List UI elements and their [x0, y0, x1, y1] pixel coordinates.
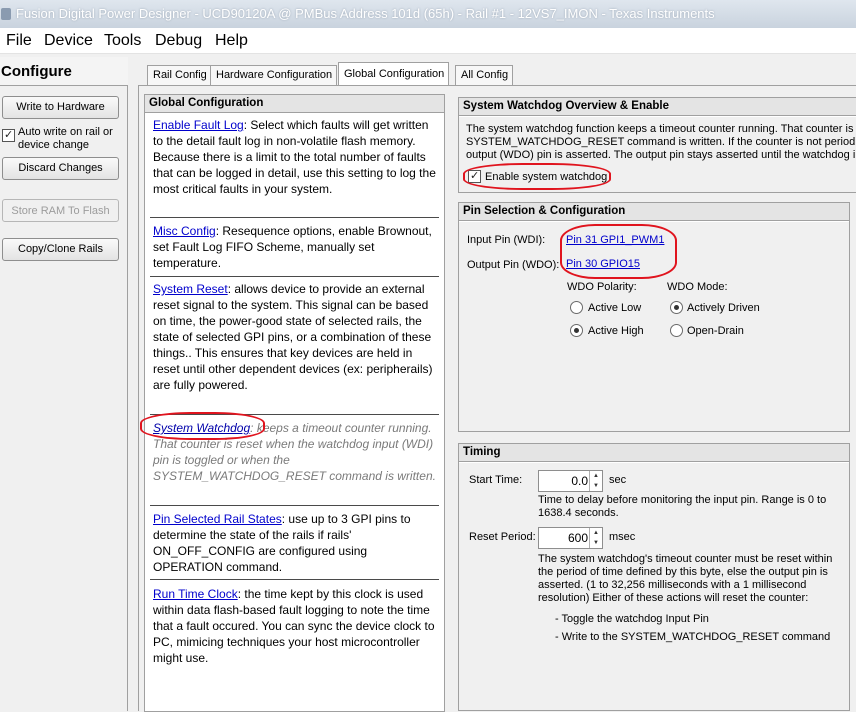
watchdog-description-line: The system watchdog function keeps a tim…	[466, 123, 856, 135]
divider	[150, 505, 439, 506]
tab-all-config[interactable]: All Config	[455, 65, 514, 85]
tab-global-configuration[interactable]: Global Configuration	[338, 62, 450, 86]
reset-period-description: The system watchdog's timeout counter mu…	[538, 553, 833, 565]
enable-watchdog-checkbox[interactable]	[468, 169, 481, 183]
polarity-active-high-label[interactable]: Active High	[588, 325, 644, 338]
menu-bar: File Device Tools Debug Help	[0, 28, 856, 54]
discard-changes-button[interactable]: Discard Changes	[2, 157, 119, 180]
reset-period-label: Reset Period:	[469, 531, 536, 543]
reset-period-description: asserted. (1 to 32,256 milliseconds with…	[538, 579, 807, 591]
help-header: Global Configuration	[145, 95, 444, 113]
run-time-clock-link[interactable]: Run Time Clock	[153, 587, 238, 601]
reset-action-item: - Toggle the watchdog Input Pin	[555, 613, 709, 625]
reset-period-unit: msec	[609, 531, 636, 543]
global-configuration-help: Global Configuration Enable Fault Log: S…	[144, 94, 445, 712]
pin-selected-rail-states-link[interactable]: Pin Selected Rail States	[153, 512, 282, 526]
reset-period-description: the period of time defined by this byte,…	[538, 566, 828, 578]
reset-period-description: resolution) Either of these actions will…	[538, 592, 809, 604]
output-pin-link[interactable]: Pin 30 GPIO15	[566, 258, 640, 270]
polarity-active-low-label[interactable]: Active Low	[588, 302, 641, 315]
auto-write-checkbox[interactable]	[2, 128, 15, 142]
watchdog-overview-group: System Watchdog Overview & Enable The sy…	[458, 97, 856, 193]
wdo-mode-label: WDO Mode:	[667, 281, 728, 293]
output-pin-label: Output Pin (WDO):	[467, 259, 560, 271]
reset-action-item: - Write to the SYSTEM_WATCHDOG_RESET com…	[555, 631, 831, 643]
tab-rail-config[interactable]: Rail Config	[147, 65, 212, 85]
polarity-active-high-radio[interactable]	[570, 324, 583, 337]
divider	[150, 217, 439, 218]
store-ram-to-flash-button[interactable]: Store RAM To Flash	[2, 199, 119, 222]
spin-down-icon[interactable]: ▼	[590, 481, 602, 491]
timing-header: Timing	[459, 444, 849, 462]
menu-help[interactable]: Help	[215, 32, 248, 50]
menu-debug[interactable]: Debug	[155, 32, 202, 50]
write-to-hardware-button[interactable]: Write to Hardware	[2, 96, 119, 119]
spin-down-icon[interactable]: ▼	[590, 538, 602, 548]
reset-period-value[interactable]: 600	[568, 531, 588, 545]
help-item-system-watchdog: System Watchdog: keeps a timeout counter…	[153, 421, 436, 483]
auto-write-option: Auto write on rail or device change	[2, 126, 124, 154]
input-pin-link[interactable]: Pin 31 GPI1_PWM1	[566, 234, 664, 246]
mode-actively-driven-radio[interactable]	[670, 301, 683, 314]
timing-group: Timing Start Time: 0.0 ▲ ▼ sec Time to d…	[458, 443, 850, 711]
window-title: Fusion Digital Power Designer - UCD90120…	[16, 6, 715, 21]
window-titlebar: Fusion Digital Power Designer - UCD90120…	[0, 0, 856, 28]
mode-open-drain-label[interactable]: Open-Drain	[687, 325, 744, 338]
divider	[150, 414, 439, 415]
help-item-enable-fault-log: Enable Fault Log: Select which faults wi…	[153, 118, 436, 196]
configure-title: Configure	[0, 57, 128, 86]
start-time-value[interactable]: 0.0	[571, 474, 588, 488]
app-icon	[1, 8, 11, 20]
wdo-polarity-label: WDO Polarity:	[567, 281, 637, 293]
tab-hardware-configuration[interactable]: Hardware Configuration	[210, 65, 338, 85]
misc-config-link[interactable]: Misc Config	[153, 224, 216, 238]
system-watchdog-link[interactable]: System Watchdog	[153, 421, 250, 435]
mode-open-drain-radio[interactable]	[670, 324, 683, 337]
system-reset-link[interactable]: System Reset	[153, 282, 228, 296]
mode-actively-driven-label[interactable]: Actively Driven	[687, 302, 760, 315]
start-time-spinbox[interactable]: 0.0 ▲ ▼	[538, 470, 603, 492]
pin-selection-header: Pin Selection & Configuration	[459, 203, 849, 221]
help-item-misc-config: Misc Config: Resequence options, enable …	[153, 224, 432, 270]
input-pin-label: Input Pin (WDI):	[467, 234, 546, 246]
spin-up-icon[interactable]: ▲	[590, 471, 602, 481]
menu-tools[interactable]: Tools	[104, 32, 141, 50]
reset-period-spinbox[interactable]: 600 ▲ ▼	[538, 527, 603, 549]
copy-clone-rails-button[interactable]: Copy/Clone Rails	[2, 238, 119, 261]
configure-pane: Configure Write to Hardware Auto write o…	[0, 57, 128, 711]
watchdog-description-line: output (WDO) pin is asserted. The output…	[466, 149, 856, 161]
menu-device[interactable]: Device	[44, 32, 93, 50]
menu-file[interactable]: File	[6, 32, 32, 50]
help-item-system-reset: System Reset: allows device to provide a…	[153, 282, 433, 392]
enable-fault-log-link[interactable]: Enable Fault Log	[153, 118, 244, 132]
enable-watchdog-label[interactable]: Enable system watchdog	[485, 171, 607, 184]
start-time-description: Time to delay before monitoring the inpu…	[538, 494, 827, 506]
spin-up-icon[interactable]: ▲	[590, 528, 602, 538]
help-item-run-time-clock: Run Time Clock: the time kept by this cl…	[153, 587, 435, 665]
help-item-pin-selected-rail-states: Pin Selected Rail States: use up to 3 GP…	[153, 512, 411, 574]
polarity-active-low-radio[interactable]	[570, 301, 583, 314]
divider	[150, 579, 439, 580]
start-time-unit: sec	[609, 474, 627, 486]
divider	[150, 276, 439, 277]
pin-selection-group: Pin Selection & Configuration Input Pin …	[458, 202, 850, 432]
watchdog-description-line: SYSTEM_WATCHDOG_RESET command is written…	[466, 136, 856, 148]
watchdog-overview-header: System Watchdog Overview & Enable	[459, 98, 856, 116]
start-time-label: Start Time:	[469, 474, 523, 486]
start-time-description: 1638.4 seconds.	[538, 507, 619, 519]
auto-write-label: Auto write on rail or device change	[18, 126, 113, 151]
